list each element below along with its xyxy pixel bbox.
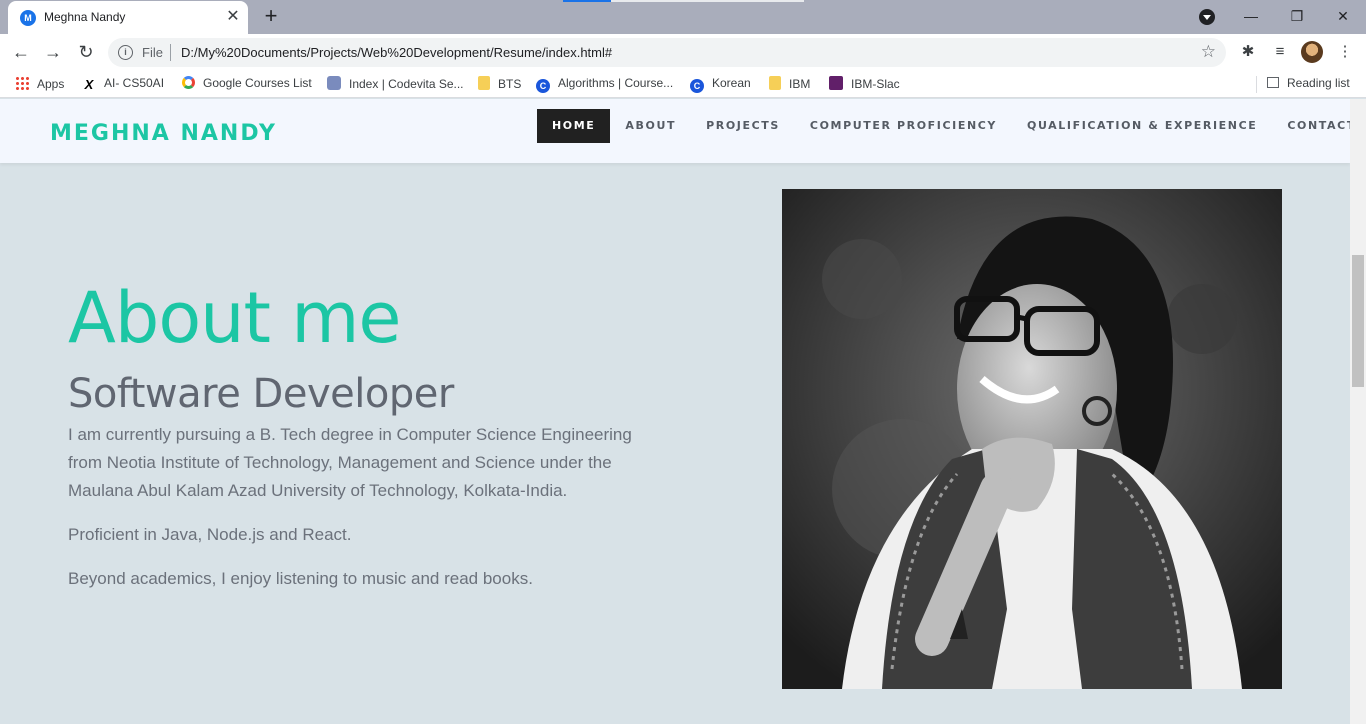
codevita-icon	[327, 76, 341, 90]
bookmark-label: Google Courses List	[203, 76, 312, 90]
scrollbar-thumb[interactable]	[1352, 255, 1364, 387]
scheme-label: File	[142, 45, 163, 60]
tab-close-icon[interactable]: ✕	[223, 7, 243, 27]
bookmark-korean[interactable]: C Korean	[690, 76, 751, 93]
bookmarks-bar: Apps X AI- CS50AI Google Courses List Ind…	[0, 70, 1366, 98]
nav-computer-proficiency[interactable]: COMPUTER PROFICIENCY	[795, 109, 1012, 143]
back-button[interactable]: ←	[8, 39, 34, 65]
browser-tab[interactable]: M Meghna Nandy ✕	[8, 1, 248, 34]
bookmark-algorithms[interactable]: C Algorithms | Course...	[536, 76, 673, 93]
restore-button[interactable]: ❐	[1274, 2, 1320, 30]
browser-toolbar: ← → ↻ i File D:/My%20Documents/Projects/…	[0, 34, 1366, 70]
tab-search-icon[interactable]	[1199, 9, 1215, 25]
bookmark-codevita[interactable]: Index | Codevita Se...	[327, 76, 464, 91]
bookmark-label: AI- CS50AI	[104, 76, 165, 90]
nav-qualification-experience[interactable]: QUALIFICATION & EXPERIENCE	[1012, 109, 1272, 143]
slack-icon	[829, 76, 843, 90]
new-tab-button[interactable]: +	[259, 5, 283, 29]
forward-button[interactable]: →	[40, 39, 66, 65]
bookmark-label: BTS	[498, 77, 522, 91]
address-separator	[170, 44, 171, 61]
nav-contact[interactable]: CONTACT	[1272, 109, 1350, 143]
reading-list-icon	[1267, 77, 1279, 88]
media-queue-icon[interactable]: ≡	[1270, 42, 1290, 62]
web-page: MEGHNA NANDY HOME ABOUT PROJECTS COMPUTE…	[0, 99, 1350, 724]
profile-avatar[interactable]	[1301, 41, 1323, 63]
folder-icon	[478, 76, 490, 90]
about-paragraph: Beyond academics, I enjoy listening to m…	[68, 569, 533, 588]
coursera-icon: C	[536, 79, 550, 93]
extensions-puzzle-icon[interactable]: ✱	[1238, 42, 1258, 62]
about-paragraph: I am currently pursuing a B. Tech degree…	[68, 425, 632, 500]
reading-list-button[interactable]: Reading list	[1256, 76, 1350, 93]
bookmark-ibm-slack[interactable]: IBM-Slac	[829, 76, 900, 91]
google-icon	[182, 76, 195, 89]
apps-grid-icon	[15, 76, 29, 90]
menu-kebab-icon[interactable]: ⋮	[1335, 42, 1355, 62]
nav-projects[interactable]: PROJECTS	[691, 109, 795, 143]
about-heading: About me	[68, 277, 401, 359]
bookmark-label: IBM-Slac	[851, 77, 900, 91]
bookmark-folder-bts[interactable]: BTS	[478, 76, 521, 91]
about-subheading: Software Developer	[68, 371, 454, 417]
bookmark-cs50ai[interactable]: X AI- CS50AI	[82, 76, 164, 92]
site-brand[interactable]: MEGHNA NANDY	[50, 121, 277, 146]
close-window-button[interactable]: ✕	[1320, 2, 1366, 30]
site-menu: HOME ABOUT PROJECTS COMPUTER PROFICIENCY…	[537, 109, 1350, 143]
bookmark-label: Algorithms | Course...	[558, 76, 674, 90]
site-favicon-icon: M	[20, 10, 36, 26]
minimize-button[interactable]: —	[1228, 2, 1274, 30]
loading-indicator	[563, 0, 611, 2]
reading-list-label: Reading list	[1287, 76, 1350, 90]
bookmark-star-icon[interactable]: ☆	[1201, 42, 1216, 62]
bookmark-apps[interactable]: Apps	[15, 76, 64, 91]
bookmark-label: Apps	[37, 77, 65, 91]
bookmark-label: Index | Codevita Se...	[349, 77, 464, 91]
nav-home[interactable]: HOME	[537, 109, 611, 143]
page-scrollbar[interactable]	[1350, 99, 1366, 724]
tab-strip: M Meghna Nandy ✕ + — ❐ ✕	[0, 0, 1366, 34]
coursera-icon: C	[690, 79, 704, 93]
info-icon[interactable]: i	[118, 45, 133, 60]
bookmark-folder-ibm[interactable]: IBM	[769, 76, 810, 91]
site-navbar: MEGHNA NANDY HOME ABOUT PROJECTS COMPUTE…	[0, 99, 1350, 163]
bookmark-label: Korean	[712, 76, 751, 90]
loading-indicator-track	[611, 0, 804, 2]
bookmark-google-courses[interactable]: Google Courses List	[182, 76, 312, 90]
url-text[interactable]: D:/My%20Documents/Projects/Web%20Develop…	[181, 45, 612, 60]
reload-button[interactable]: ↻	[73, 39, 99, 65]
x-logo-icon: X	[84, 77, 94, 92]
bookmark-label: IBM	[789, 77, 811, 91]
nav-about[interactable]: ABOUT	[610, 109, 691, 143]
address-bar[interactable]: i File D:/My%20Documents/Projects/Web%20…	[108, 38, 1226, 67]
tab-title: Meghna Nandy	[44, 10, 126, 24]
folder-icon	[769, 76, 781, 90]
profile-photo	[782, 189, 1282, 689]
about-paragraph: Proficient in Java, Node.js and React.	[68, 525, 352, 544]
